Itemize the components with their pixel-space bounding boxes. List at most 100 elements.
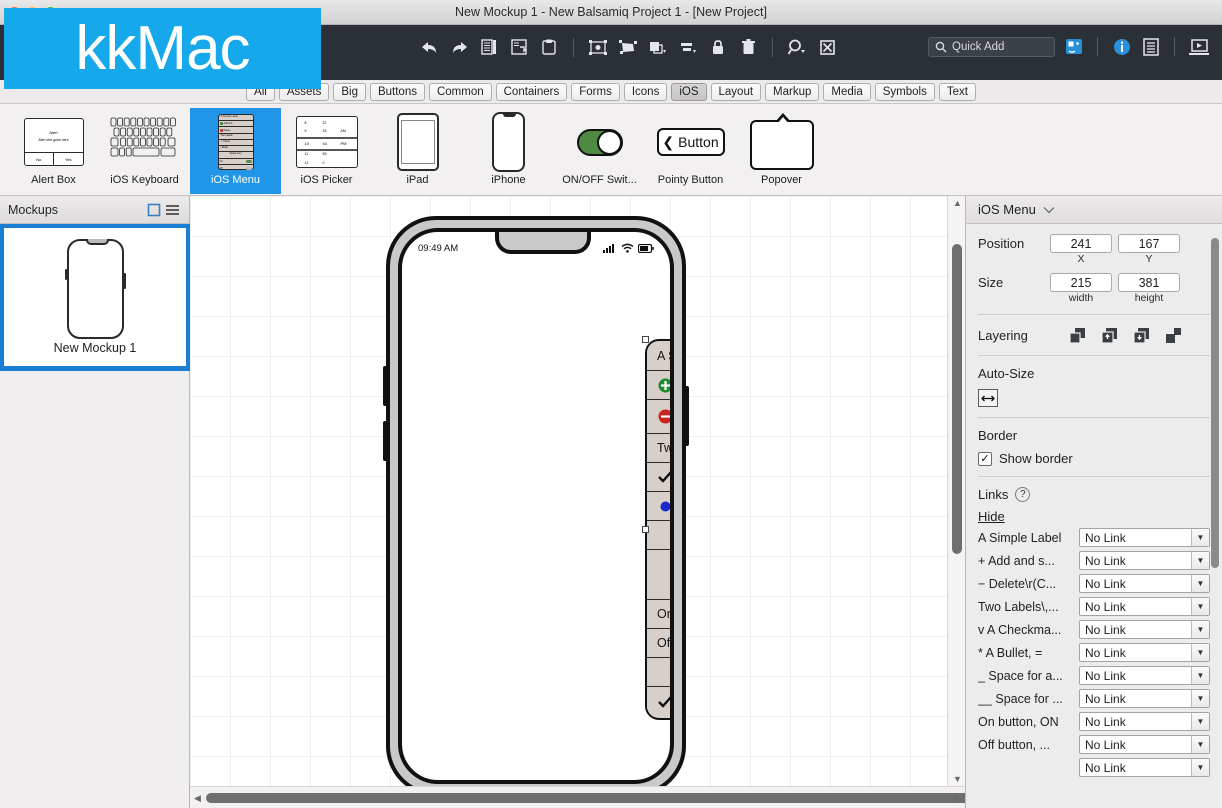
arrange-icon[interactable]	[647, 36, 669, 58]
paste-into-icon[interactable]	[508, 36, 530, 58]
selection-handle-top-left[interactable]	[642, 336, 649, 343]
link-row-select[interactable]: No Link ▼	[1079, 574, 1210, 593]
position-x-input[interactable]: 241	[1050, 234, 1112, 253]
scroll-down-arrow[interactable]: ▼	[953, 774, 962, 784]
chevron-down-icon[interactable]: ▼	[1191, 621, 1209, 638]
chevron-down-icon[interactable]: ▼	[1191, 759, 1209, 776]
tab-common[interactable]: Common	[428, 82, 492, 101]
bring-to-front-icon[interactable]	[1100, 325, 1120, 345]
chevron-down-icon[interactable]: ▼	[1191, 736, 1209, 753]
menu-row-blank[interactable]	[647, 658, 670, 687]
notes-icon[interactable]	[1140, 36, 1161, 57]
chevron-down-icon[interactable]: ▼	[1191, 644, 1209, 661]
vertical-scroll-thumb[interactable]	[952, 244, 962, 554]
menu-row-empty-row[interactable]: An empty row (above)	[647, 687, 670, 717]
position-y-input[interactable]: 167	[1118, 234, 1180, 253]
size-width-input[interactable]: 215	[1050, 273, 1112, 292]
palette-item-ipad[interactable]: iPad	[372, 108, 463, 194]
ios-menu-widget[interactable]: A Simple Label Add and sub-menu ❯	[645, 339, 670, 720]
clear-selection-icon[interactable]	[816, 36, 838, 58]
tab-ios[interactable]: iOS	[671, 82, 707, 101]
tab-containers[interactable]: Containers	[495, 82, 568, 101]
scroll-right-arrow[interactable]: ▶	[954, 793, 961, 804]
palette-item-popover[interactable]: Popover	[736, 108, 827, 194]
menu-row-add-submenu[interactable]: Add and sub-menu ❯	[647, 371, 670, 400]
horizontal-scroll-thumb[interactable]	[206, 793, 981, 803]
link-row-select[interactable]: No Link ▼	[1079, 620, 1210, 639]
link-row-select[interactable]: No Link ▼	[1079, 689, 1210, 708]
menu-row-space-icon[interactable]: Space for an icon	[647, 521, 670, 550]
tab-markup[interactable]: Markup	[765, 82, 820, 101]
mockups-menu-icon[interactable]	[163, 201, 181, 219]
tab-buttons[interactable]: Buttons	[369, 82, 425, 101]
palette-item-ios-menu[interactable]: A Simple Label Add sub Delete Two Labels…	[190, 108, 281, 194]
selection-handle-mid-left[interactable]	[642, 526, 649, 533]
iphone-frame[interactable]: 09:49 AM A Simple Label	[383, 216, 689, 796]
tab-symbols[interactable]: Symbols	[874, 82, 935, 101]
add-symbol-icon[interactable]	[1063, 36, 1084, 57]
palette-item-on-off-switch[interactable]: ON/OFF Swit...	[554, 108, 645, 194]
undo-icon[interactable]	[418, 36, 440, 58]
links-hide-toggle[interactable]: Hide	[978, 509, 1210, 524]
menu-row-on-button[interactable]: On button	[647, 600, 670, 629]
chevron-down-icon[interactable]: ▼	[1191, 575, 1209, 592]
link-row-select[interactable]: No Link ▼	[1079, 643, 1210, 662]
send-to-back-icon[interactable]	[1132, 325, 1152, 345]
quick-add-input[interactable]: Quick Add	[928, 36, 1055, 57]
delete-icon[interactable]	[737, 36, 759, 58]
add-mockup-icon[interactable]	[145, 201, 163, 219]
canvas-horizontal-scrollbar[interactable]: ◀ ▶	[190, 786, 981, 808]
menu-row-simple-label[interactable]: A Simple Label	[647, 341, 670, 371]
chevron-down-icon[interactable]: ▼	[1191, 713, 1209, 730]
palette-item-ios-keyboard[interactable]: iOS Keyboard	[99, 108, 190, 194]
help-icon[interactable]: ?	[1015, 487, 1031, 502]
size-height-input[interactable]: 381	[1118, 273, 1180, 292]
palette-item-pointy-button[interactable]: ❮ Button Pointy Button	[645, 108, 736, 194]
tab-forms[interactable]: Forms	[571, 82, 620, 101]
tab-media[interactable]: Media	[823, 82, 871, 101]
link-row-select[interactable]: No Link ▼	[1079, 597, 1210, 616]
chevron-down-icon[interactable]: ▼	[1191, 598, 1209, 615]
select-all-icon[interactable]	[587, 36, 609, 58]
menu-row-delete-cancel[interactable]: Delete (Cancel)	[647, 400, 670, 434]
menu-row-checkmark[interactable]: A Checkmark	[647, 463, 670, 492]
clipboard-icon[interactable]	[538, 36, 560, 58]
menu-row-two-labels[interactable]: Two Labels, and a comma yup	[647, 434, 670, 463]
palette-item-iphone[interactable]: iPhone	[463, 108, 554, 194]
palette-item-alert-box[interactable]: Alert Alert text goes here No Yes Alert …	[8, 108, 99, 194]
tab-big[interactable]: Big	[333, 82, 366, 101]
bring-forward-icon[interactable]	[1068, 325, 1088, 345]
menu-row-bullet[interactable]: A Bullet	[647, 492, 670, 521]
mockup-list-item-new-mockup-1[interactable]: New Mockup 1	[0, 224, 190, 371]
scroll-left-arrow[interactable]: ◀	[194, 793, 201, 804]
link-row-select[interactable]: No Link ▼	[1079, 735, 1210, 754]
tab-text[interactable]: Text	[938, 82, 976, 101]
show-border-row[interactable]: ✓ Show border	[978, 451, 1210, 466]
link-row-select[interactable]: No Link ▼	[1079, 528, 1210, 547]
link-row-select[interactable]: No Link ▼	[1079, 758, 1210, 777]
link-row-select[interactable]: No Link ▼	[1079, 666, 1210, 685]
presentation-icon[interactable]	[1188, 36, 1209, 57]
tab-icons[interactable]: Icons	[623, 82, 668, 101]
send-backward-icon[interactable]	[1164, 325, 1184, 345]
copy-icon[interactable]	[478, 36, 500, 58]
chevron-down-icon[interactable]: ▼	[1191, 529, 1209, 546]
lock-icon[interactable]	[707, 36, 729, 58]
align-icon[interactable]	[677, 36, 699, 58]
chevron-down-icon[interactable]: ▼	[1191, 690, 1209, 707]
inspector-scroll-thumb[interactable]	[1211, 238, 1219, 568]
canvas-vertical-scrollbar[interactable]: ▲ ▼	[947, 196, 965, 786]
info-icon[interactable]	[1111, 36, 1132, 57]
link-row-select[interactable]: No Link ▼	[1079, 712, 1210, 731]
tab-layout[interactable]: Layout	[710, 82, 762, 101]
mockup-canvas[interactable]: 09:49 AM A Simple Label	[190, 196, 965, 808]
chevron-down-icon[interactable]: ▼	[1191, 552, 1209, 569]
menu-row-off-button[interactable]: Off button	[647, 629, 670, 658]
redo-icon[interactable]	[448, 36, 470, 58]
chevron-down-icon[interactable]	[1043, 201, 1055, 219]
show-border-checkbox[interactable]: ✓	[978, 451, 992, 466]
ungroup-icon[interactable]	[617, 36, 639, 58]
scroll-up-arrow[interactable]: ▲	[953, 198, 962, 208]
inspector-scrollbar[interactable]	[1210, 226, 1220, 771]
chevron-down-icon[interactable]: ▼	[1191, 667, 1209, 684]
